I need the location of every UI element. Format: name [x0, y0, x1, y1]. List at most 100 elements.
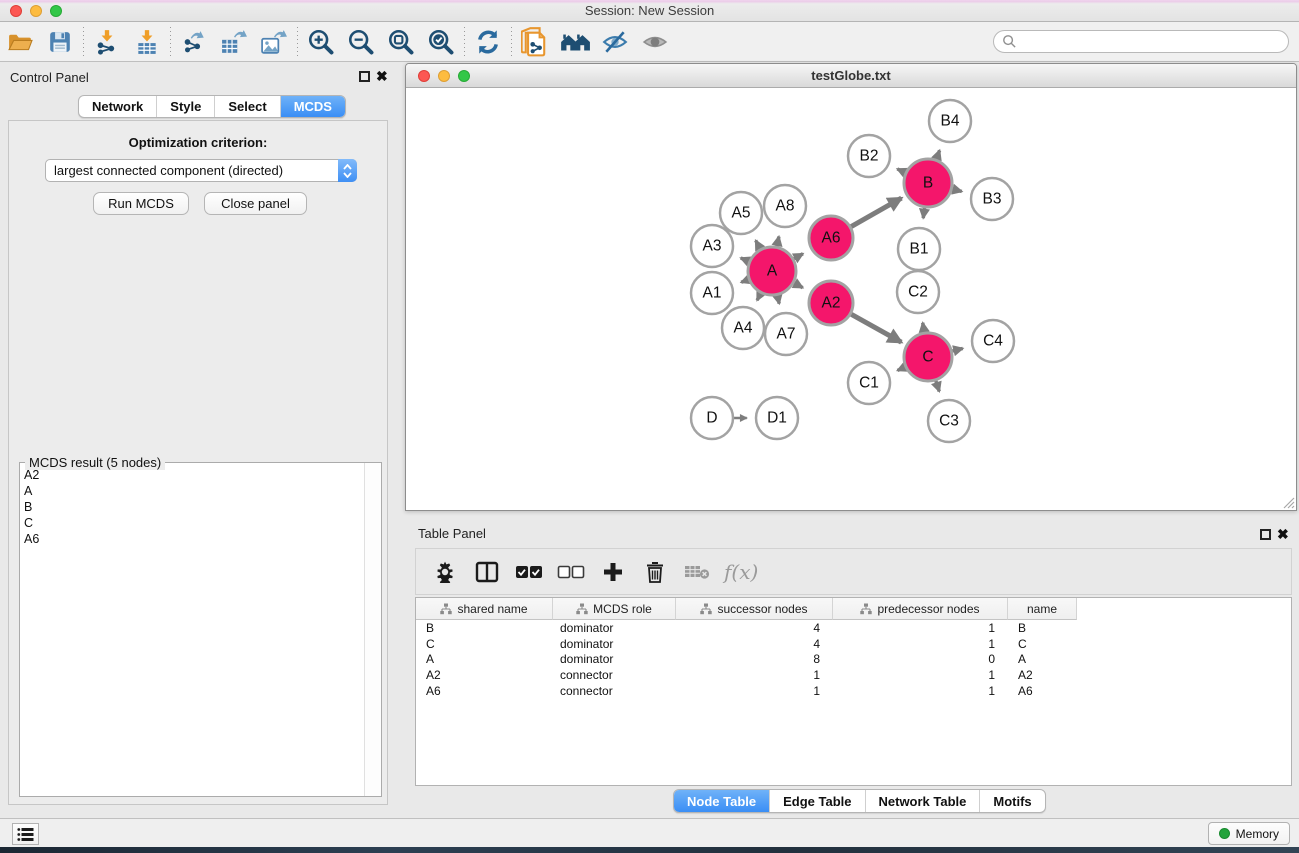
graph-edge-A-A1[interactable]: [741, 280, 748, 283]
table-row-b[interactable]: Bdominator41B: [416, 620, 1291, 636]
tab-style[interactable]: Style: [157, 96, 215, 117]
cell-shared-name[interactable]: A6: [416, 683, 553, 699]
graph-node-D1[interactable]: D1: [756, 397, 798, 439]
hide-panel-button[interactable]: [595, 24, 635, 60]
graph-node-C4[interactable]: C4: [972, 320, 1014, 362]
close-table-panel-icon[interactable]: ✖: [1277, 526, 1289, 542]
import-table-button[interactable]: [127, 24, 167, 60]
cell-name[interactable]: C: [1008, 636, 1077, 652]
graph-node-B1[interactable]: B1: [898, 228, 940, 270]
criterion-dropdown[interactable]: largest connected component (directed): [45, 159, 357, 182]
close-panel-icon[interactable]: ✖: [376, 68, 388, 84]
graph-node-D[interactable]: D: [691, 397, 733, 439]
graph-node-B2[interactable]: B2: [848, 135, 890, 177]
home-button[interactable]: [555, 24, 595, 60]
graph-edge-B-B2[interactable]: [897, 169, 905, 173]
graph-node-A8[interactable]: A8: [764, 185, 806, 227]
result-scrollbar[interactable]: [364, 463, 381, 796]
refresh-button[interactable]: [468, 24, 508, 60]
run-mcds-button[interactable]: Run MCDS: [93, 192, 189, 215]
tab-mcds[interactable]: MCDS: [281, 96, 345, 117]
export-image-button[interactable]: [254, 24, 294, 60]
graph-node-C3[interactable]: C3: [928, 400, 970, 442]
search-input[interactable]: [1017, 34, 1288, 49]
table-row-a2[interactable]: A2connector11A2: [416, 667, 1291, 683]
close-panel-button[interactable]: Close panel: [204, 192, 307, 215]
graph-edge-B-B1[interactable]: [923, 208, 924, 218]
cell-name[interactable]: A: [1008, 652, 1077, 668]
float-panel-icon[interactable]: [359, 71, 370, 82]
cell-predecessor-nodes[interactable]: 1: [833, 636, 1008, 652]
cell-mcds-role[interactable]: connector: [553, 683, 676, 699]
search-box[interactable]: [993, 30, 1289, 53]
result-item-a[interactable]: A: [20, 483, 364, 499]
column-header-name[interactable]: name: [1008, 598, 1077, 620]
import-network-button[interactable]: [87, 24, 127, 60]
cell-name[interactable]: A6: [1008, 683, 1077, 699]
open-session-button[interactable]: [0, 24, 40, 60]
graph-node-C1[interactable]: C1: [848, 362, 890, 404]
zoom-fit-button[interactable]: [381, 24, 421, 60]
graph-edge-A2-C[interactable]: [851, 314, 901, 342]
cell-predecessor-nodes[interactable]: 1: [833, 683, 1008, 699]
graph-node-C[interactable]: C: [904, 333, 952, 381]
export-table-button[interactable]: [214, 24, 254, 60]
cell-successor-nodes[interactable]: 4: [676, 636, 833, 652]
tab-network-table[interactable]: Network Table: [866, 790, 981, 812]
graph-node-A3[interactable]: A3: [691, 225, 733, 267]
split-view-button[interactable]: [470, 553, 504, 591]
tab-network[interactable]: Network: [79, 96, 157, 117]
network-file-button[interactable]: [515, 24, 555, 60]
result-item-b[interactable]: B: [20, 499, 364, 515]
graph-node-A4[interactable]: A4: [722, 307, 764, 349]
tab-select[interactable]: Select: [215, 96, 280, 117]
cell-name[interactable]: B: [1008, 620, 1077, 636]
result-item-a6[interactable]: A6: [20, 531, 364, 547]
graph-edge-A-A4[interactable]: [757, 293, 761, 300]
show-panel-button[interactable]: [635, 24, 675, 60]
graph-edge-B-B4[interactable]: [936, 150, 939, 159]
graph-edge-B-B3[interactable]: [952, 189, 962, 191]
equation-builder-button[interactable]: f(x): [724, 560, 758, 584]
float-table-panel-icon[interactable]: [1260, 529, 1271, 540]
resize-grip-icon[interactable]: [1282, 496, 1295, 509]
export-network-button[interactable]: [174, 24, 214, 60]
table-row-c[interactable]: Cdominator41C: [416, 636, 1291, 652]
tab-motifs[interactable]: Motifs: [980, 790, 1044, 812]
cell-shared-name[interactable]: A2: [416, 667, 553, 683]
cell-predecessor-nodes[interactable]: 1: [833, 667, 1008, 683]
graph-node-A2[interactable]: A2: [809, 281, 853, 325]
graph-node-A1[interactable]: A1: [691, 272, 733, 314]
cell-shared-name[interactable]: C: [416, 636, 553, 652]
column-header-mcds-role[interactable]: MCDS role: [553, 598, 676, 620]
table-settings-button[interactable]: [428, 553, 462, 591]
cell-predecessor-nodes[interactable]: 0: [833, 652, 1008, 668]
network-canvas[interactable]: B4B2BB3A8A5A6A3B1AA1C2A2A4A7C4CC1C3DD1: [406, 88, 1296, 509]
add-column-button[interactable]: [596, 553, 630, 591]
column-header-predecessor-nodes[interactable]: predecessor nodes: [833, 598, 1008, 620]
task-history-button[interactable]: [12, 823, 39, 845]
graph-edge-C-C4[interactable]: [952, 348, 962, 351]
delete-table-button[interactable]: [680, 553, 714, 591]
select-columns-button[interactable]: [512, 553, 546, 591]
graph-edge-A-A5[interactable]: [756, 240, 761, 248]
column-header-shared-name[interactable]: shared name: [416, 598, 553, 620]
cell-successor-nodes[interactable]: 8: [676, 652, 833, 668]
cell-mcds-role[interactable]: connector: [553, 667, 676, 683]
graph-edge-A-A6[interactable]: [794, 254, 803, 259]
graph-edge-C-C2[interactable]: [923, 323, 924, 333]
graph-edge-A-A2[interactable]: [794, 283, 803, 288]
graph-edge-A-A3[interactable]: [741, 258, 749, 261]
graph-node-A[interactable]: A: [748, 247, 796, 295]
graph-node-A6[interactable]: A6: [809, 216, 853, 260]
result-item-c[interactable]: C: [20, 515, 364, 531]
zoom-in-button[interactable]: [301, 24, 341, 60]
cell-mcds-role[interactable]: dominator: [553, 652, 676, 668]
graph-edge-C-C3[interactable]: [936, 381, 939, 392]
cell-successor-nodes[interactable]: 1: [676, 667, 833, 683]
zoom-out-button[interactable]: [341, 24, 381, 60]
column-header-successor-nodes[interactable]: successor nodes: [676, 598, 833, 620]
cell-successor-nodes[interactable]: 1: [676, 683, 833, 699]
graph-node-A7[interactable]: A7: [765, 313, 807, 355]
delete-columns-button[interactable]: [638, 553, 672, 591]
